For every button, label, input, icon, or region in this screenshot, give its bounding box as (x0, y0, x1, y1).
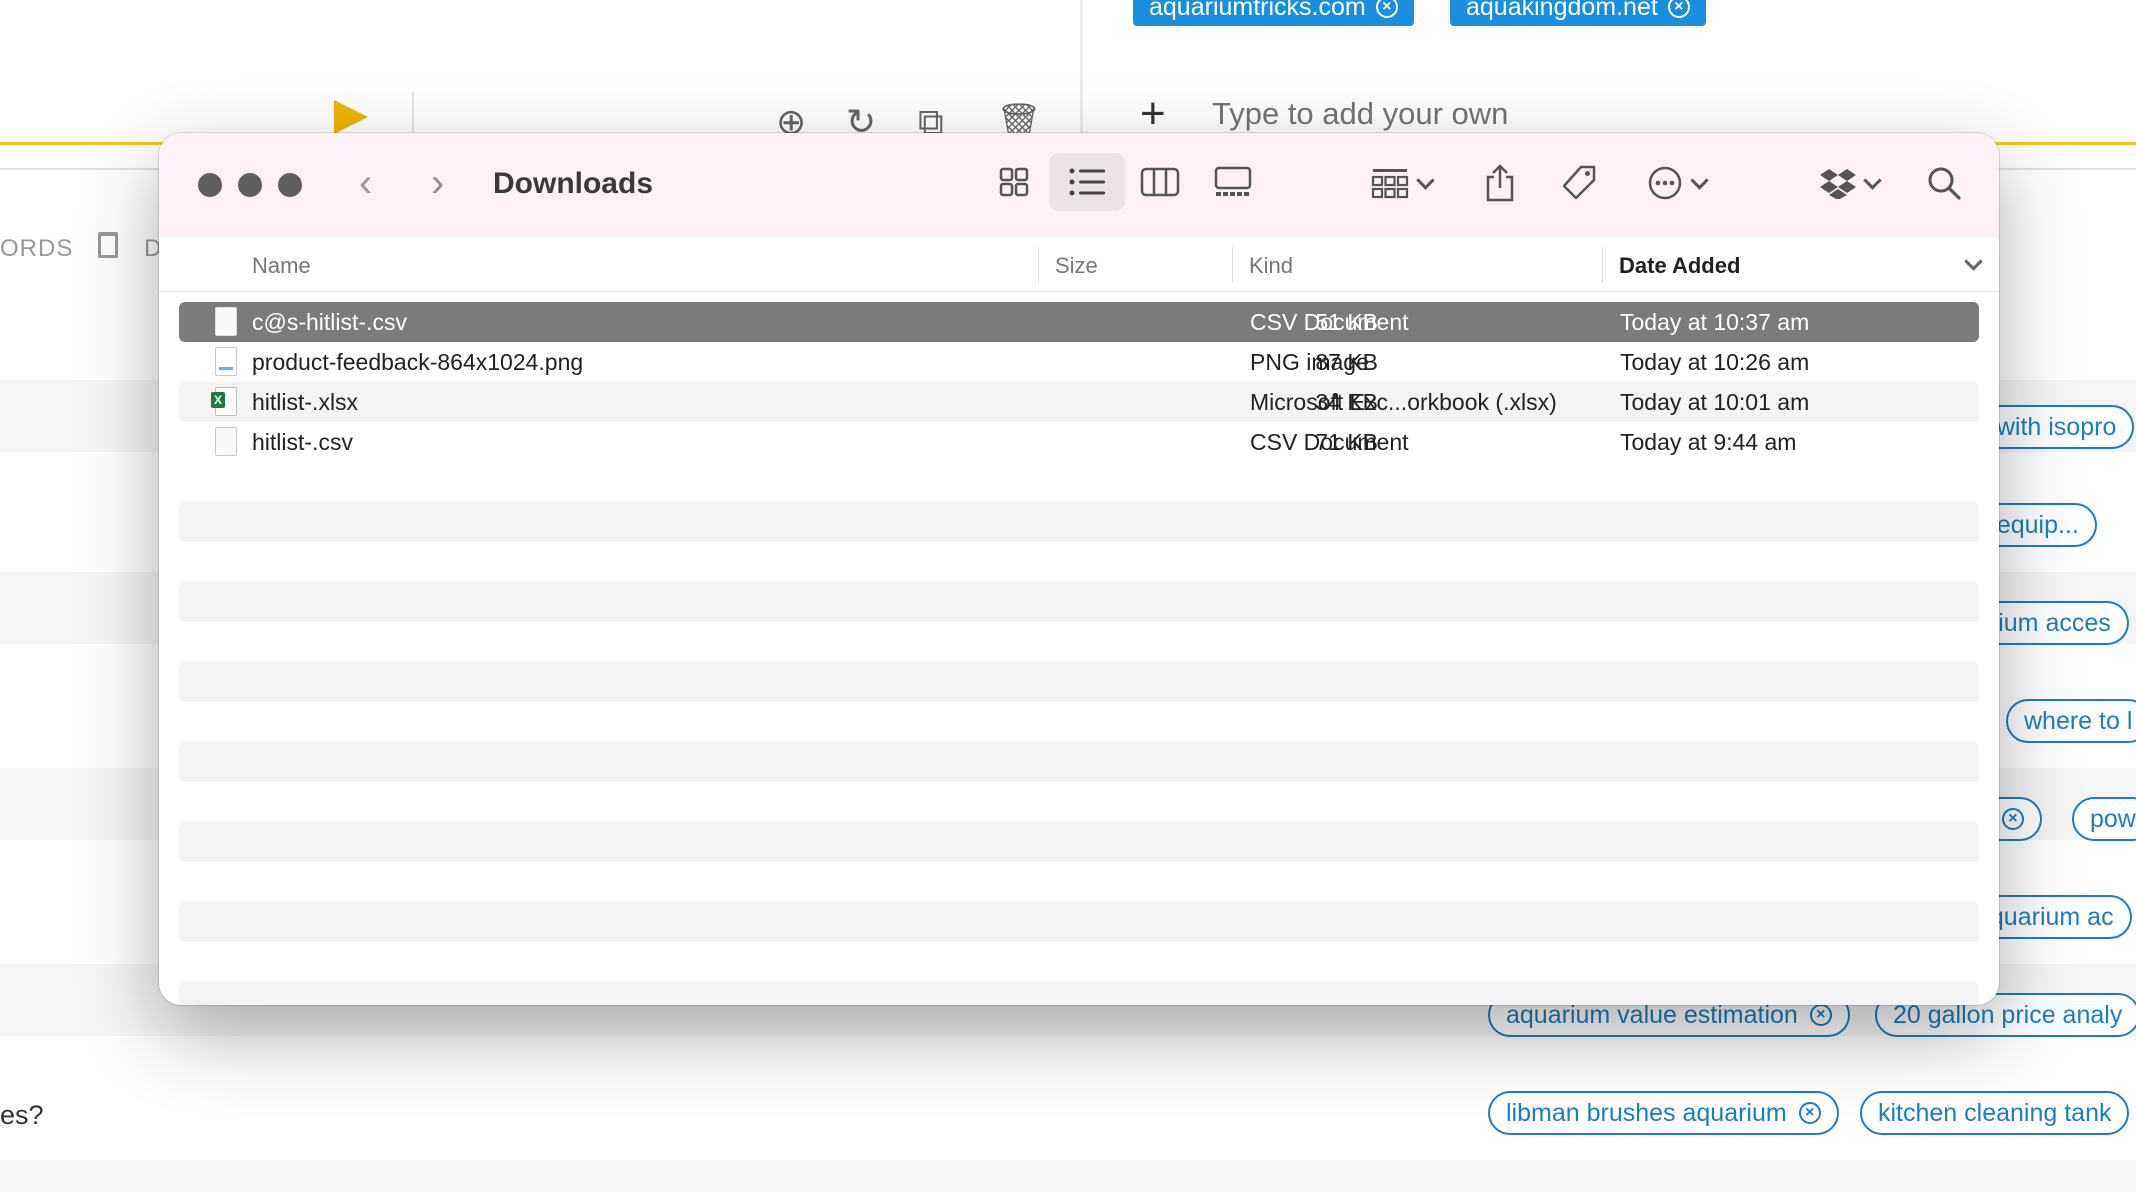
chip-label: libman brushes aquarium (1506, 1098, 1787, 1127)
group-by-button[interactable] (1371, 161, 1435, 205)
column-header-row: Name Size Kind Date Added (159, 237, 1999, 292)
share-button[interactable] (1484, 161, 1516, 205)
panel-divider (1080, 0, 1083, 150)
file-kind: Microsoft Exc...orkbook (.xlsx) (1250, 389, 1557, 415)
dropbox-button[interactable] (1820, 161, 1882, 205)
tag-icon (1562, 165, 1596, 200)
chevron-down-icon (1690, 170, 1709, 190)
file-row[interactable]: hitlist-.xlsx 34 KB Microsoft Exc...orkb… (179, 382, 1979, 422)
tags-button[interactable] (1559, 161, 1599, 205)
window-title: Downloads (493, 167, 654, 200)
chevron-down-icon (1416, 170, 1435, 190)
empty-row-stripe (179, 582, 1979, 622)
excel-file-icon (211, 387, 237, 416)
keyword-chip[interactable]: kitchen cleaning tank (1860, 1091, 2130, 1135)
table-row (0, 1160, 2136, 1192)
empty-row-stripe (179, 662, 1979, 702)
domain-chip[interactable]: aquakingdom.net × (1450, 0, 1706, 26)
add-keyword-input[interactable] (1212, 96, 1612, 132)
empty-row-stripe (179, 742, 1979, 782)
search-button[interactable] (1926, 161, 1962, 205)
column-separator[interactable] (1602, 247, 1603, 283)
column-header-kind[interactable]: Kind (1249, 253, 1293, 279)
column-header-size[interactable]: Size (1055, 253, 1098, 279)
png-file-icon (215, 347, 237, 376)
file-list: c@s-hitlist-.csv 51 KB CSV Document Toda… (179, 302, 1979, 462)
domain-chip[interactable]: aquariumtricks.com × (1133, 0, 1414, 26)
icon-view-button[interactable] (976, 153, 1052, 211)
column-label: ORDS (0, 235, 74, 262)
dropbox-icon (1820, 169, 1856, 199)
file-name: product-feedback-864x1024.png (252, 349, 584, 375)
chip-label: where to l (2024, 706, 2133, 735)
header-border (0, 168, 170, 170)
csv-file-icon (215, 307, 237, 336)
column-header-date-added[interactable]: Date Added (1619, 253, 1740, 279)
file-name: hitlist-.csv (252, 429, 353, 455)
sort-descending-icon[interactable] (1964, 252, 1983, 271)
file-name: c@s-hitlist-.csv (252, 309, 407, 335)
share-icon (1486, 164, 1514, 202)
icon-view-icon (999, 167, 1029, 197)
more-actions-button[interactable] (1647, 161, 1709, 205)
gallery-view-icon (1214, 166, 1252, 196)
file-row[interactable]: product-feedback-864x1024.png 87 KB PNG … (179, 342, 1979, 382)
remove-chip-icon[interactable]: × (1667, 0, 1690, 18)
csv-file-icon (215, 427, 237, 456)
close-window-button[interactable] (198, 173, 222, 197)
chip-label: pow (2090, 804, 2136, 833)
chip-label: aquariumtricks.com (1149, 0, 1366, 21)
file-kind: CSV Document (1250, 309, 1409, 335)
remove-chip-icon[interactable]: × (1798, 1102, 1821, 1124)
file-name: hitlist-.xlsx (252, 389, 359, 415)
file-kind: PNG image (1250, 349, 1369, 375)
list-view-icon (1069, 168, 1105, 196)
empty-row-stripe (179, 902, 1979, 942)
file-date-added: Today at 9:44 am (1620, 429, 1797, 455)
keyword-chip[interactable]: libman brushes aquarium × (1488, 1091, 1839, 1135)
file-date-added: Today at 10:26 am (1620, 349, 1810, 375)
send-icon[interactable] (334, 100, 368, 134)
keyword-chip[interactable]: pow (2072, 797, 2136, 841)
remove-chip-icon[interactable]: × (2001, 808, 2024, 830)
column-separator[interactable] (1232, 247, 1233, 283)
search-icon (1928, 167, 1961, 200)
delete-icon[interactable] (98, 232, 118, 258)
question-text: es? (0, 1100, 44, 1130)
column-separator[interactable] (1038, 247, 1039, 283)
file-kind: CSV Document (1250, 429, 1409, 455)
column-header-name[interactable]: Name (252, 253, 311, 279)
ellipsis-circle-icon (1648, 166, 1682, 200)
empty-row-stripe (179, 822, 1979, 862)
column-view-icon (1140, 167, 1180, 197)
chip-label: aquakingdom.net (1466, 0, 1658, 21)
finder-window: ‹ › Downloads Name Size Kind Date Added … (159, 133, 1999, 1005)
minimize-window-button[interactable] (238, 173, 262, 197)
keyword-chip[interactable]: where to l (2006, 699, 2136, 743)
forward-button[interactable]: › (431, 163, 444, 203)
file-row[interactable]: hitlist-.csv 71 KB CSV Document Today at… (179, 422, 1979, 462)
remove-chip-icon[interactable]: × (1809, 1004, 1832, 1026)
gallery-view-button[interactable] (1195, 153, 1271, 211)
back-button[interactable]: ‹ (359, 163, 372, 203)
chevron-down-icon (1863, 170, 1882, 190)
file-date-added: Today at 10:01 am (1620, 389, 1810, 415)
list-view-button[interactable] (1049, 153, 1125, 211)
group-icon (1371, 169, 1409, 199)
empty-row-stripe (179, 502, 1979, 542)
finder-toolbar: ‹ › Downloads (159, 133, 1999, 238)
file-date-added: Today at 10:37 am (1620, 309, 1810, 335)
header-border (1990, 168, 2136, 170)
file-row[interactable]: c@s-hitlist-.csv 51 KB CSV Document Toda… (179, 302, 1979, 342)
accent-line-right (1990, 142, 2136, 145)
chip-label: kitchen cleaning tank (1878, 1098, 2112, 1127)
remove-chip-icon[interactable]: × (1375, 0, 1398, 18)
plus-icon[interactable]: + (1140, 92, 1166, 136)
column-view-button[interactable] (1122, 153, 1198, 211)
accent-line-left (0, 142, 170, 145)
empty-row-stripe (179, 982, 1979, 1005)
zoom-window-button[interactable] (278, 173, 302, 197)
